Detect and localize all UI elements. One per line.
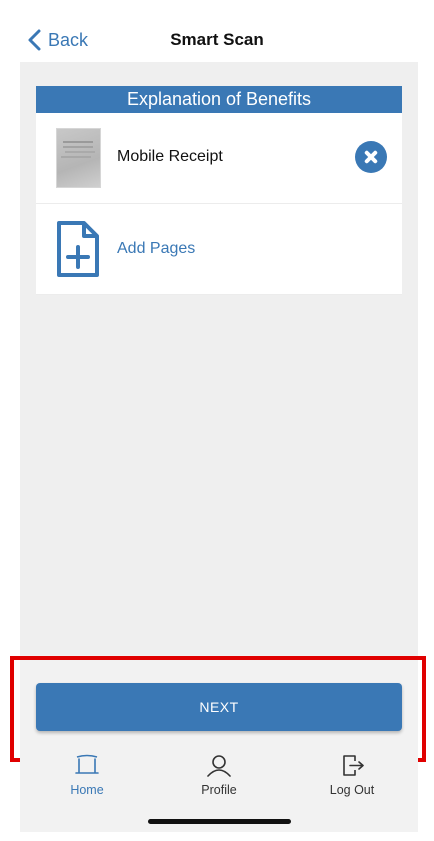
tab-profile[interactable]: Profile xyxy=(159,753,279,803)
receipt-thumbnail[interactable] xyxy=(56,128,101,188)
page-title: Smart Scan xyxy=(170,30,264,49)
smart-scan-screen: Back Smart Scan Explanation of Benefits … xyxy=(0,0,434,841)
add-pages-button[interactable]: Add Pages xyxy=(36,204,402,295)
tab-logout-label: Log Out xyxy=(329,783,375,797)
content-area: Explanation of Benefits Mobile Receipt A… xyxy=(20,62,418,655)
profile-icon xyxy=(207,755,231,777)
home-indicator xyxy=(148,819,291,824)
document-label: Mobile Receipt xyxy=(117,148,223,165)
nav-header: Back Smart Scan xyxy=(0,0,434,62)
remove-document-icon[interactable] xyxy=(355,141,387,173)
card-title: Explanation of Benefits xyxy=(36,86,402,113)
tab-profile-label: Profile xyxy=(201,783,237,797)
tab-home-label: Home xyxy=(70,783,104,797)
logout-icon xyxy=(343,755,364,776)
document-card: Explanation of Benefits Mobile Receipt A… xyxy=(36,86,402,295)
tab-logout[interactable]: Log Out xyxy=(292,753,412,803)
home-icon xyxy=(75,754,99,774)
next-button[interactable]: NEXT xyxy=(36,683,402,731)
tab-home[interactable]: Home xyxy=(27,753,147,803)
add-pages-label: Add Pages xyxy=(117,240,196,257)
document-row: Mobile Receipt xyxy=(36,113,402,204)
add-page-icon xyxy=(57,221,99,277)
